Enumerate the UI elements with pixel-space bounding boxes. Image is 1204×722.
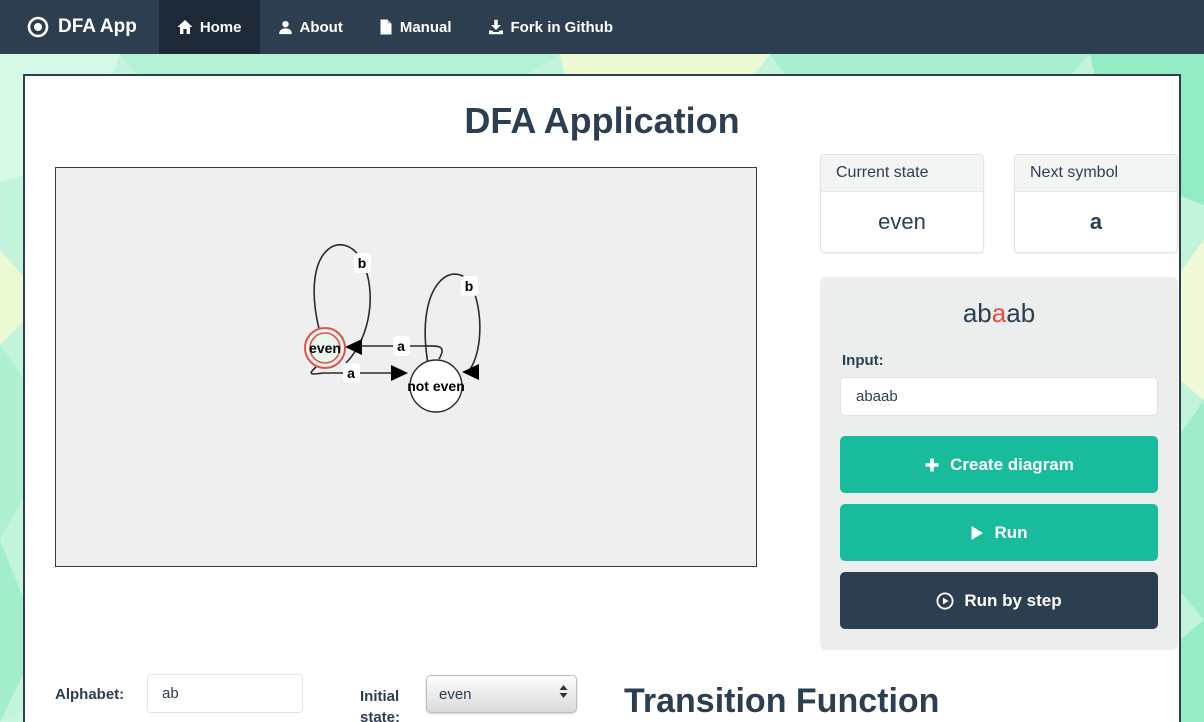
svg-text:not even: not even — [407, 378, 465, 394]
navbar: DFA App Home About Manual — [0, 0, 1204, 54]
initial-state-label: Initial state: — [360, 686, 412, 722]
nav-item-label: About — [300, 19, 343, 36]
user-icon — [278, 20, 293, 35]
play-icon — [970, 525, 984, 541]
word-input[interactable] — [840, 377, 1158, 416]
download-icon — [488, 19, 504, 35]
state-even[interactable]: even — [305, 328, 345, 368]
dfa-diagram-canvas[interactable]: not even even b b a — [55, 167, 757, 567]
nav-item-label: Fork in Github — [511, 19, 614, 36]
current-state-header: Current state — [821, 155, 983, 192]
current-state-value: even — [821, 192, 983, 252]
arrowhead-right-icon — [391, 365, 408, 381]
edge-label-noteven-loop: b — [461, 276, 478, 296]
svg-text:b: b — [358, 255, 367, 271]
initial-state-select-wrap: even — [426, 675, 577, 713]
brand-label: DFA App — [58, 16, 137, 38]
alphabet-label: Alphabet: — [55, 686, 124, 703]
home-icon — [177, 19, 193, 35]
page-title: DFA Application — [25, 100, 1179, 142]
svg-text:a: a — [347, 365, 355, 381]
nav-item-label: Manual — [400, 19, 452, 36]
next-symbol-panel: Next symbol a — [1014, 154, 1178, 253]
run-by-step-label: Run by step — [964, 591, 1061, 611]
edge-label-even-loop: b — [354, 253, 371, 273]
file-icon — [379, 19, 393, 35]
transition-function-heading: Transition Function — [624, 682, 939, 721]
brand[interactable]: DFA App — [0, 0, 159, 54]
nav-item-fork[interactable]: Fork in Github — [470, 0, 632, 54]
next-symbol-value: a — [1015, 192, 1177, 252]
alphabet-input[interactable] — [147, 674, 303, 713]
word-progress: abaab — [820, 298, 1178, 329]
dfa-diagram: not even even b b a — [56, 168, 756, 566]
edge-label-even-to-noteven: a — [343, 363, 360, 383]
create-diagram-button[interactable]: Create diagram — [840, 436, 1158, 493]
svg-text:a: a — [397, 338, 405, 354]
next-symbol-header: Next symbol — [1015, 155, 1177, 192]
nav-item-home[interactable]: Home — [159, 0, 260, 54]
nav-item-manual[interactable]: Manual — [361, 0, 470, 54]
create-diagram-label: Create diagram — [950, 455, 1074, 475]
word-current-symbol: a — [992, 298, 1006, 328]
edge-label-noteven-to-even: a — [393, 336, 410, 356]
state-not-even[interactable]: not even — [407, 360, 465, 412]
nav-item-about[interactable]: About — [260, 0, 361, 54]
record-icon — [27, 16, 49, 38]
word-consumed: ab — [963, 298, 992, 328]
nav-item-label: Home — [200, 19, 242, 36]
current-state-panel: Current state even — [820, 154, 984, 253]
runner-panel: abaab Input: Create diagram Run — [820, 277, 1178, 650]
plus-icon — [924, 457, 940, 473]
input-label: Input: — [842, 352, 884, 369]
run-label: Run — [994, 523, 1027, 543]
svg-text:b: b — [465, 278, 474, 294]
svg-text:even: even — [309, 340, 341, 356]
word-remaining: ab — [1006, 298, 1035, 328]
run-button[interactable]: Run — [840, 504, 1158, 561]
run-by-step-button[interactable]: Run by step — [840, 572, 1158, 629]
initial-state-select[interactable]: even — [426, 675, 577, 713]
main-card: DFA Application not even — [23, 74, 1181, 722]
play-circle-icon — [936, 592, 954, 610]
